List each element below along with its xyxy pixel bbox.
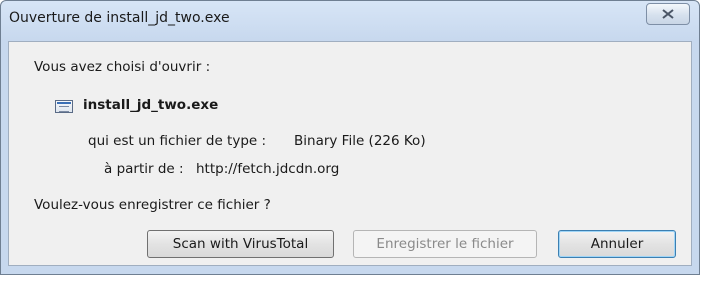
save-question: Voulez-vous enregistrer ce fichier ? xyxy=(34,197,271,213)
close-button[interactable] xyxy=(646,3,690,25)
file-name: install_jd_two.exe xyxy=(83,97,219,113)
close-icon xyxy=(662,9,674,19)
dialog-body: Vous avez choisi d'ouvrir : install_jd_t… xyxy=(8,41,692,266)
scan-virustotal-button[interactable]: Scan with VirusTotal xyxy=(147,230,334,258)
executable-file-icon xyxy=(55,100,73,113)
title-bar[interactable]: Ouverture de install_jd_two.exe xyxy=(1,1,699,37)
download-dialog-window: Ouverture de install_jd_two.exe Vous ave… xyxy=(0,0,700,275)
file-type-label: qui est un fichier de type : xyxy=(88,133,267,149)
source-label: à partir de : xyxy=(104,161,184,177)
source-url: http://fetch.jdcdn.org xyxy=(196,161,340,177)
cancel-button[interactable]: Annuler xyxy=(558,230,676,258)
window-title: Ouverture de install_jd_two.exe xyxy=(9,10,230,26)
file-type-value: Binary File (226 Ko) xyxy=(294,133,426,149)
save-file-button[interactable]: Enregistrer le fichier xyxy=(353,230,537,258)
intro-text: Vous avez choisi d'ouvrir : xyxy=(34,59,211,75)
